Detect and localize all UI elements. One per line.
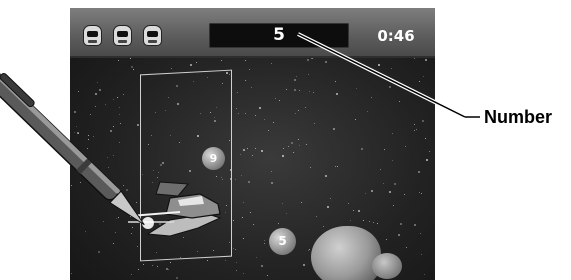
callout-leader-line xyxy=(297,32,480,119)
callout-label: Number xyxy=(484,107,553,127)
figure: 5 0:46 9 5 Number xyxy=(0,0,571,280)
